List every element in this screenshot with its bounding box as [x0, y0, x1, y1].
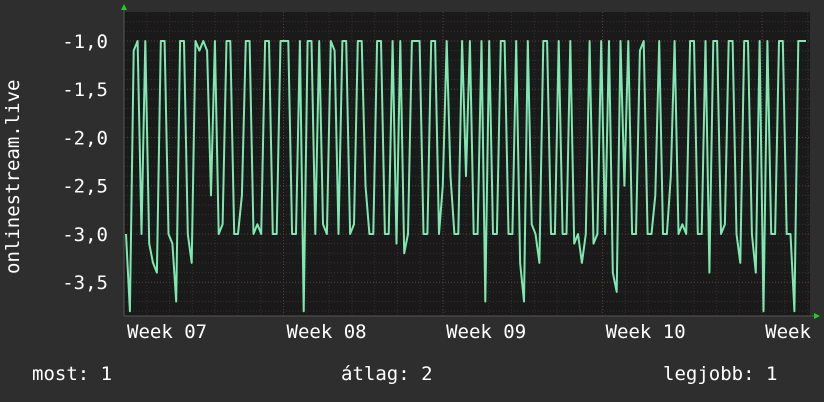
chart-container: -1,0 -1,5 -2,0 -2,5 -3,0 -3,5 Week 07 Week 08 W…: [0, 0, 824, 402]
legend-current: most: 1: [32, 363, 113, 385]
y-axis-ticks: -1,0 -1,5 -2,0 -2,5 -3,0 -3,5: [62, 31, 108, 294]
legend-average: átlag: 2: [341, 363, 433, 385]
x-tick-label: Week 07: [127, 321, 207, 343]
x-tick-label: Week 08: [287, 321, 367, 343]
x-tick-label: Week 10: [606, 321, 686, 343]
y-tick-label: -2,5: [62, 176, 108, 198]
y-tick-label: -1,5: [62, 79, 108, 101]
y-tick-label: -2,0: [62, 127, 108, 149]
x-tick-label: Week 1: [765, 321, 824, 343]
y-axis-label: onlinestream.live: [2, 80, 24, 274]
y-axis-arrow-icon: [121, 4, 127, 10]
legend-max: legjobb: 1: [663, 363, 778, 385]
x-axis-ticks: Week 07 Week 08 Week 09 Week 10 Week 1: [127, 321, 824, 343]
x-tick-label: Week 09: [446, 321, 526, 343]
x-axis-arrow-icon: [814, 313, 820, 319]
y-tick-label: -3,0: [62, 224, 108, 246]
y-tick-label: -1,0: [62, 31, 108, 53]
y-tick-label: -3,5: [62, 272, 108, 294]
line-chart: -1,0-1,5-2,0-2,5-3,0-3,5 Week 07 Week 08 W…: [2, 4, 824, 343]
